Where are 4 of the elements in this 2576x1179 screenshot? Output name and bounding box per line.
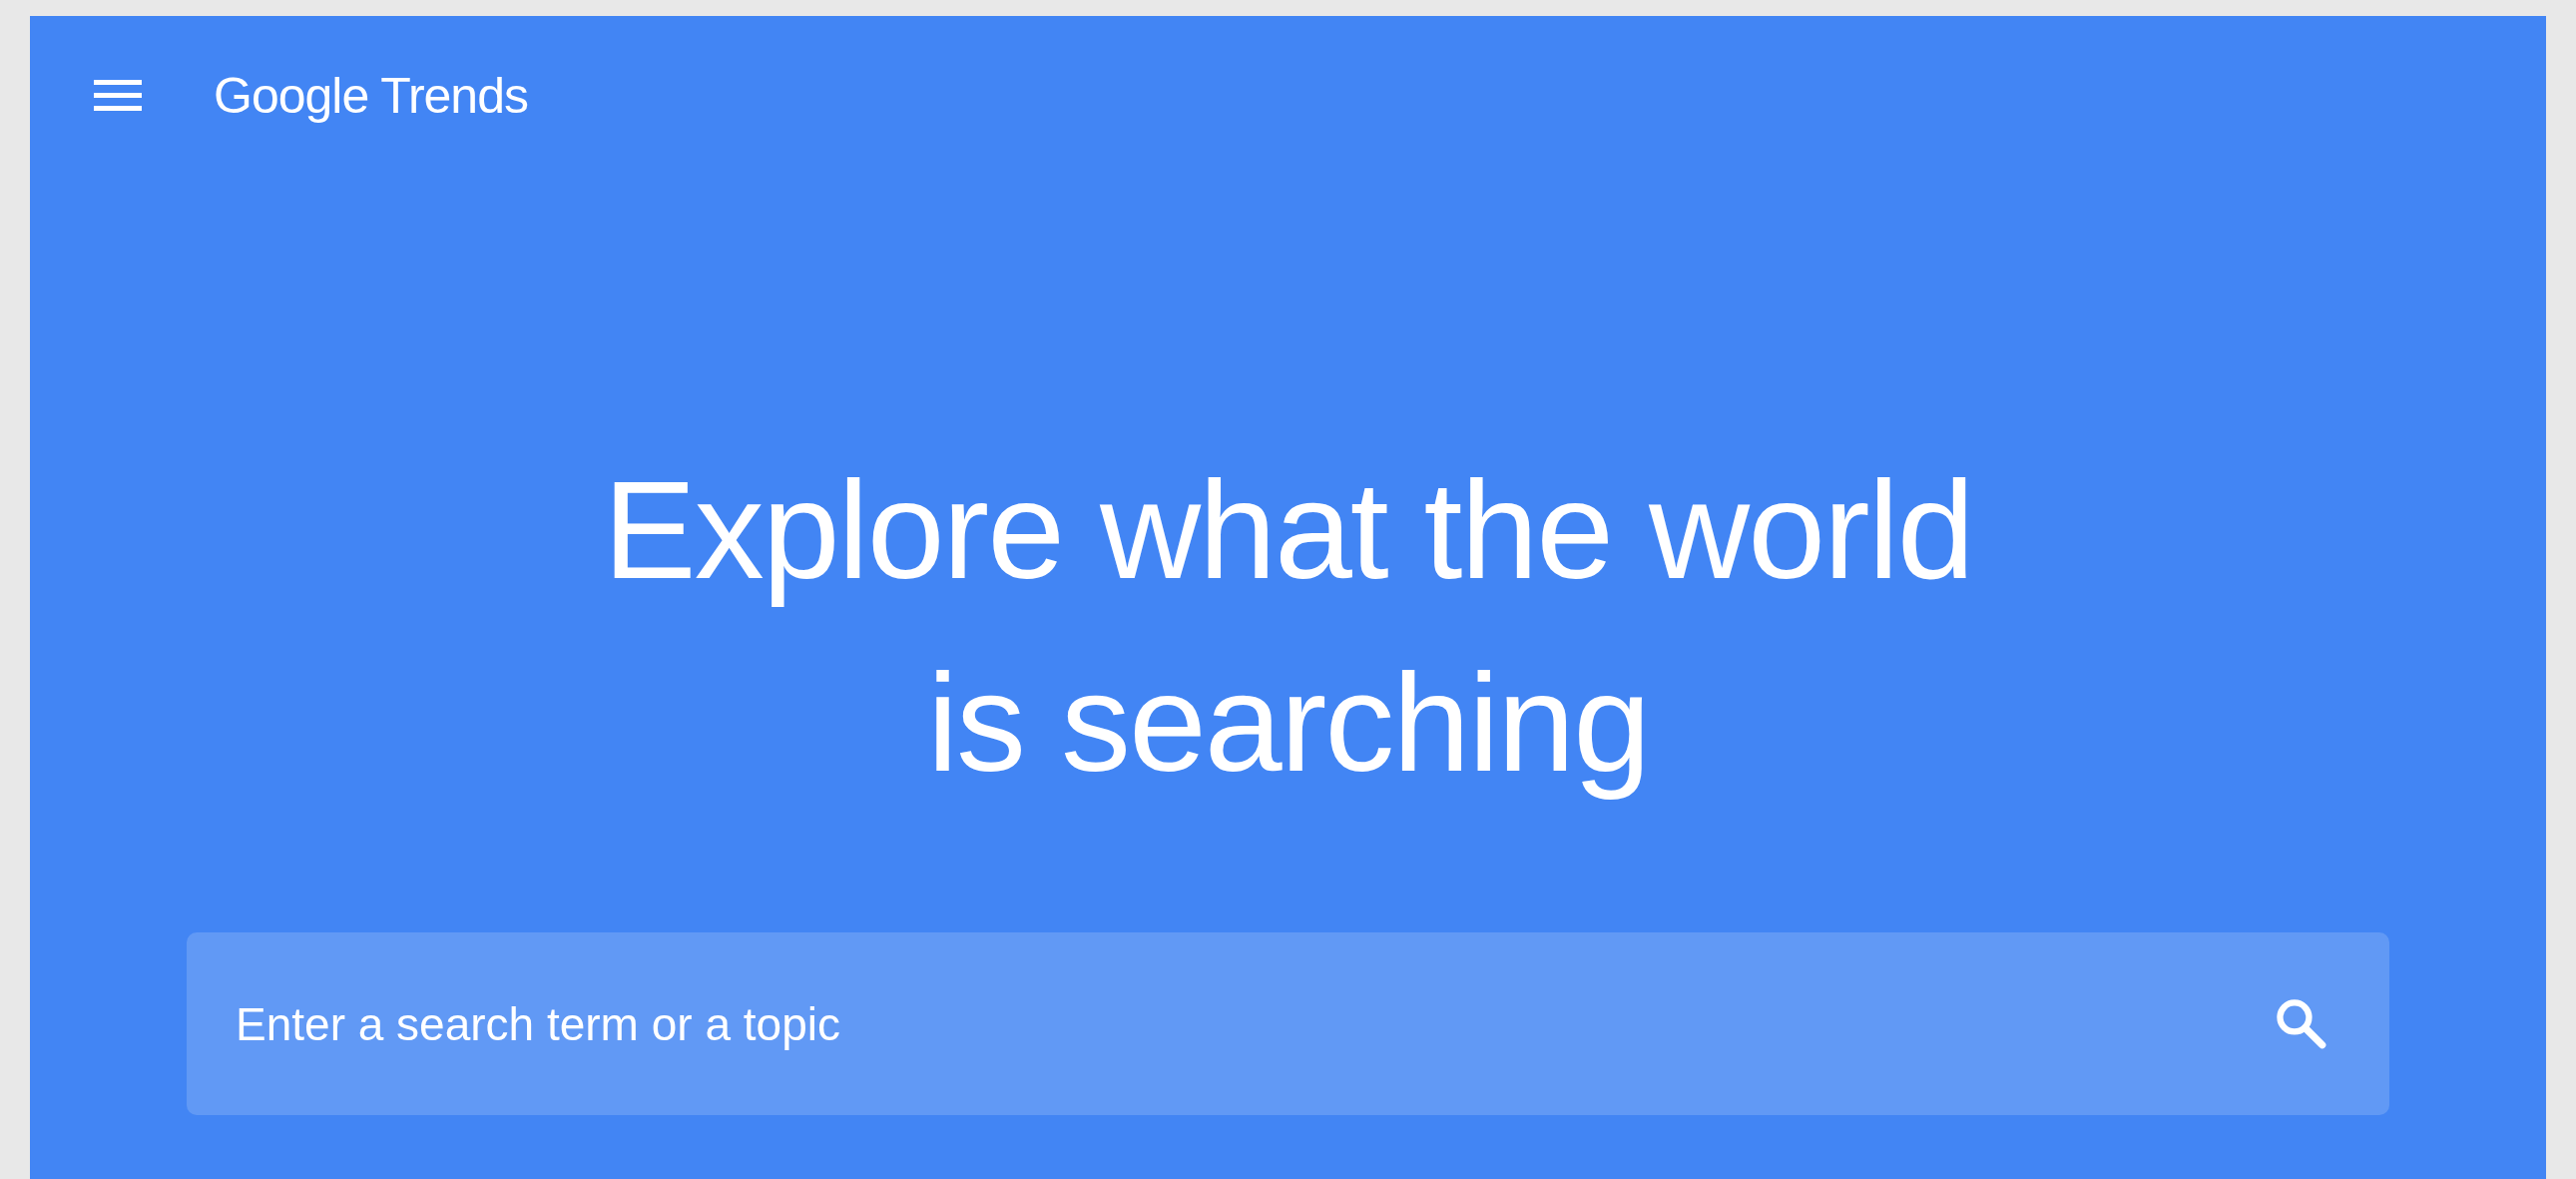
menu-icon[interactable] bbox=[94, 78, 142, 114]
logo[interactable]: Google Trends bbox=[214, 71, 528, 121]
hero-title: Explore what the world is searching bbox=[603, 450, 1973, 803]
search-field[interactable]: Enter a search term or a topic bbox=[187, 932, 2389, 1115]
